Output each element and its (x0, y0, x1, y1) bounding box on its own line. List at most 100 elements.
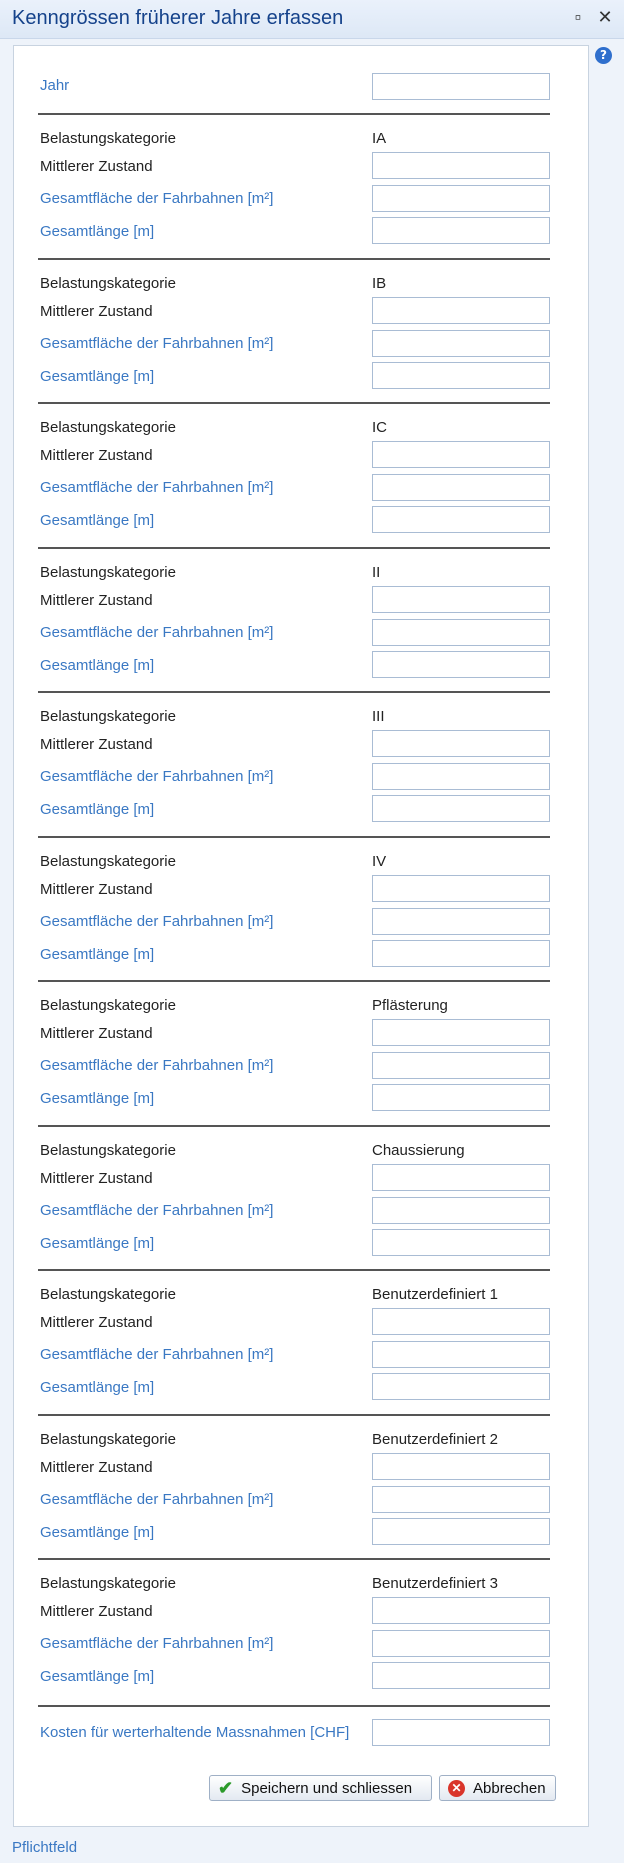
zustand-label: Mittlerer Zustand (40, 880, 153, 898)
kategorie-label: Belastungskategorie (40, 130, 176, 147)
kategorie-value: IA (372, 130, 387, 147)
laenge-input[interactable] (372, 506, 550, 533)
laenge-input[interactable] (372, 650, 550, 678)
flaeche-label: Gesamtfläche der Fahrbahnen [m²] (40, 1490, 274, 1508)
close-icon[interactable]: ✕ (594, 6, 616, 28)
cancel-button[interactable]: ✕ Abbrechen (439, 1775, 556, 1801)
zustand-input[interactable] (372, 1452, 550, 1480)
separator (38, 1124, 550, 1127)
zustand-input[interactable] (372, 1597, 550, 1624)
laenge-label: Gesamtlänge [m] (40, 512, 155, 529)
zustand-label: Mittlerer Zustand (40, 591, 153, 609)
zustand-input[interactable] (372, 1308, 550, 1335)
zustand-input[interactable] (372, 296, 550, 324)
zustand-input[interactable] (372, 152, 550, 179)
laenge-input[interactable] (372, 795, 550, 822)
flaeche-input[interactable] (372, 1485, 550, 1513)
jahr-label: Jahr (40, 77, 70, 94)
kategorie-label: Belastungskategorie (40, 997, 176, 1014)
laenge-label: Gesamtlänge [m] (40, 1234, 155, 1252)
kategorie-label: Belastungskategorie (40, 1141, 176, 1159)
flaeche-input[interactable] (372, 329, 550, 357)
jahr-input[interactable] (372, 73, 550, 100)
separator (38, 1269, 550, 1271)
kategorie-label: Belastungskategorie (40, 852, 176, 870)
flaeche-label: Gesamtfläche der Fahrbahnen [m²] (40, 479, 274, 496)
kategorie-value: II (372, 563, 381, 581)
flaeche-input[interactable] (372, 185, 550, 212)
kategorie-label: Belastungskategorie (40, 1575, 176, 1592)
separator (38, 546, 550, 549)
separator (38, 980, 550, 982)
flaeche-input[interactable] (372, 1630, 550, 1657)
kategorie-value: Pflästerung (372, 997, 448, 1014)
flaeche-input[interactable] (372, 763, 550, 790)
kategorie-value: IB (372, 274, 387, 292)
laenge-input[interactable] (372, 1373, 550, 1400)
flaeche-input[interactable] (372, 907, 550, 935)
laenge-label: Gesamtlänge [m] (40, 1379, 155, 1396)
flaeche-input[interactable] (372, 618, 550, 646)
kategorie-value: III (372, 708, 385, 725)
zustand-input[interactable] (372, 1163, 550, 1191)
kategorie-label: Belastungskategorie (40, 419, 176, 436)
separator (38, 1705, 550, 1707)
window-titlebar: Kenngrössen früherer Jahre erfassen ▫ ✕ (0, 0, 624, 39)
flaeche-input[interactable] (372, 474, 550, 501)
window-title: Kenngrössen früherer Jahre erfassen (12, 7, 344, 29)
laenge-input[interactable] (372, 1084, 550, 1111)
separator (38, 1413, 550, 1416)
zustand-label: Mittlerer Zustand (40, 302, 153, 320)
flaeche-input[interactable] (372, 1196, 550, 1224)
zustand-input[interactable] (372, 441, 550, 468)
maximize-icon[interactable]: ▫ (567, 6, 589, 28)
zustand-label: Mittlerer Zustand (40, 1458, 153, 1476)
laenge-input[interactable] (372, 217, 550, 244)
kategorie-label: Belastungskategorie (40, 563, 176, 581)
flaeche-label: Gesamtfläche der Fahrbahnen [m²] (40, 1635, 274, 1652)
laenge-input[interactable] (372, 1228, 550, 1256)
kosten-input[interactable] (372, 1719, 550, 1746)
zustand-input[interactable] (372, 585, 550, 613)
kategorie-label: Belastungskategorie (40, 1430, 176, 1448)
laenge-input[interactable] (372, 361, 550, 389)
laenge-label: Gesamtlänge [m] (40, 801, 155, 818)
kosten-label: Kosten für werterhaltende Massnahmen [CH… (40, 1724, 350, 1741)
kategorie-value: IV (372, 852, 387, 870)
flaeche-label: Gesamtfläche der Fahrbahnen [m²] (40, 1346, 274, 1363)
kategorie-value: Chaussierung (372, 1141, 465, 1159)
separator (38, 1558, 550, 1560)
flaeche-label: Gesamtfläche der Fahrbahnen [m²] (40, 190, 274, 207)
zustand-label: Mittlerer Zustand (40, 736, 153, 753)
flaeche-input[interactable] (372, 1052, 550, 1079)
laenge-input[interactable] (372, 1662, 550, 1689)
laenge-input[interactable] (372, 1517, 550, 1545)
kategorie-label: Belastungskategorie (40, 274, 176, 292)
zustand-input[interactable] (372, 874, 550, 902)
zustand-label: Mittlerer Zustand (40, 1314, 153, 1331)
zustand-input[interactable] (372, 730, 550, 757)
save-button-label: Speichern und schliessen (241, 1779, 413, 1797)
laenge-label: Gesamtlänge [m] (40, 1090, 155, 1107)
kategorie-label: Belastungskategorie (40, 708, 176, 725)
checkmark-icon: ✔ (218, 1778, 234, 1798)
required-note: Pflichtfeld (12, 1839, 78, 1856)
flaeche-label: Gesamtfläche der Fahrbahnen [m²] (40, 912, 274, 930)
kategorie-value: IC (372, 419, 387, 436)
kategorie-value: Benutzerdefiniert 2 (372, 1430, 498, 1448)
separator (38, 402, 550, 404)
zustand-input[interactable] (372, 1019, 550, 1046)
help-icon[interactable]: ? (595, 47, 612, 64)
flaeche-label: Gesamtfläche der Fahrbahnen [m²] (40, 768, 274, 785)
laenge-input[interactable] (372, 939, 550, 967)
flaeche-input[interactable] (372, 1341, 550, 1368)
kategorie-value: Benutzerdefiniert 3 (372, 1575, 498, 1592)
save-button[interactable]: ✔ Speichern und schliessen (209, 1775, 432, 1801)
cancel-icon: ✕ (448, 1779, 465, 1797)
kategorie-label: Belastungskategorie (40, 1286, 176, 1303)
flaeche-label: Gesamtfläche der Fahrbahnen [m²] (40, 334, 274, 352)
separator (38, 257, 550, 260)
separator (38, 113, 550, 115)
laenge-label: Gesamtlänge [m] (40, 1523, 155, 1541)
laenge-label: Gesamtlänge [m] (40, 656, 155, 674)
